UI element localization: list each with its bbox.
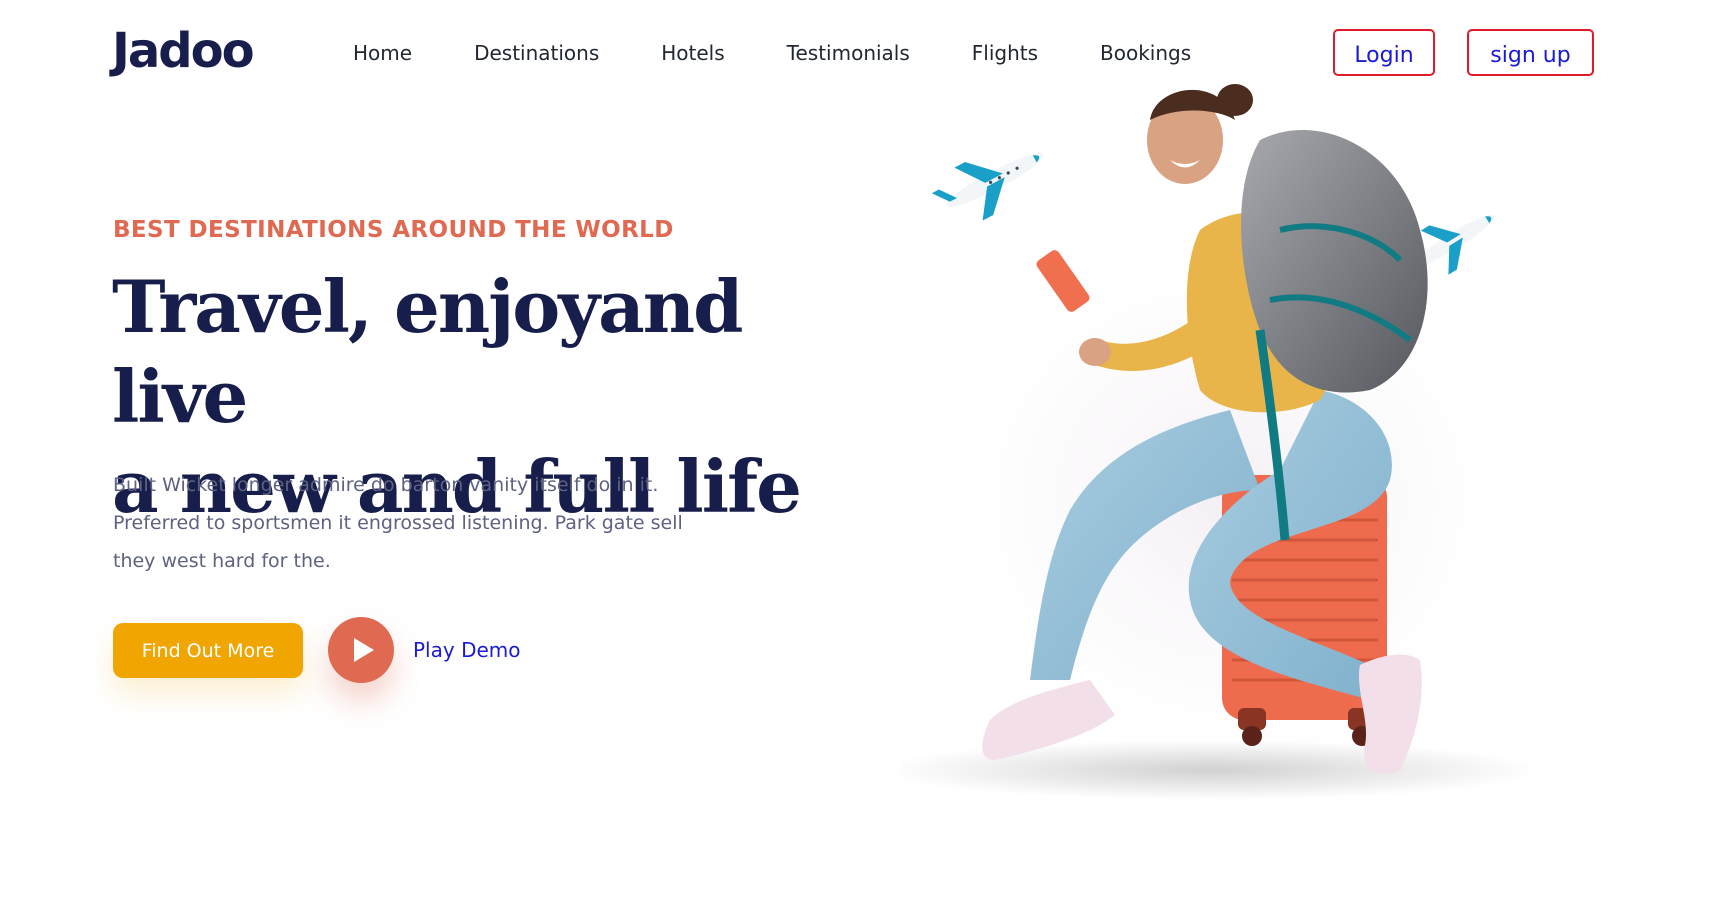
play-demo-label[interactable]: Play Demo	[413, 635, 521, 665]
nav-item-bookings[interactable]: Bookings	[1100, 38, 1191, 68]
brand-logo[interactable]: Jadoo	[112, 20, 255, 82]
login-button[interactable]: Login	[1333, 29, 1435, 76]
nav-item-flights[interactable]: Flights	[972, 38, 1038, 68]
play-icon	[354, 638, 374, 662]
brand-logo-text: Jadoo	[112, 23, 255, 79]
find-out-more-button[interactable]: Find Out More	[113, 623, 303, 678]
hero-body: Built Wicket longer admire do barton van…	[113, 474, 683, 572]
airplane-icon	[931, 152, 1044, 221]
nav-item-destinations[interactable]: Destinations	[474, 38, 599, 68]
signup-button[interactable]: sign up	[1467, 29, 1594, 76]
hero-headline-line1: Travel, enjoyand live	[112, 264, 743, 439]
hero-eyebrow: BEST DESTINATIONS AROUND THE WORLD	[113, 217, 674, 243]
nav-item-testimonials[interactable]: Testimonials	[787, 38, 910, 68]
play-demo-button[interactable]	[328, 617, 394, 683]
landing-page: Jadoo Home Destinations Hotels Testimoni…	[0, 0, 1718, 917]
nav-item-home[interactable]: Home	[353, 38, 412, 68]
hero-illustration	[900, 84, 1560, 800]
main-nav: Home Destinations Hotels Testimonials Fl…	[353, 38, 1191, 68]
nav-item-hotels[interactable]: Hotels	[661, 38, 724, 68]
